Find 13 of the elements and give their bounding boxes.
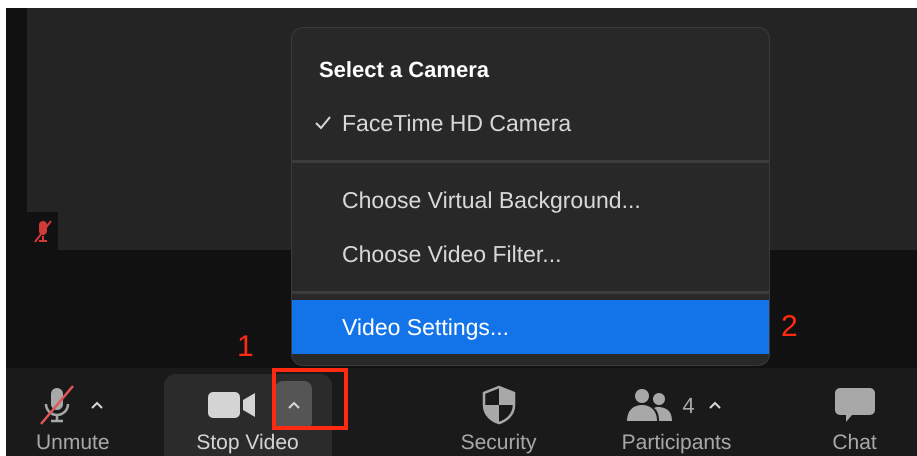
toolbar-button[interactable]: Participants: [622, 430, 732, 456]
toolbar-button[interactable]: Chat: [832, 430, 877, 456]
toolbar-button[interactable]: Unmute: [36, 430, 110, 456]
participant-count: 4: [682, 392, 695, 420]
menu-item[interactable]: FaceTime HD Camera: [292, 96, 769, 150]
toolbar-button[interactable]: Security: [460, 430, 536, 456]
menu-item[interactable]: Video Settings...: [292, 300, 769, 354]
menu-item[interactable]: Choose Video Filter...: [292, 227, 769, 281]
annotation-number: 2: [781, 310, 798, 344]
annotation-number: 1: [237, 330, 254, 364]
toolbar-button[interactable]: Stop Video: [196, 430, 299, 456]
menu-item[interactable]: Choose Virtual Background...: [292, 173, 769, 227]
menu-heading: Select a Camera: [319, 56, 489, 84]
